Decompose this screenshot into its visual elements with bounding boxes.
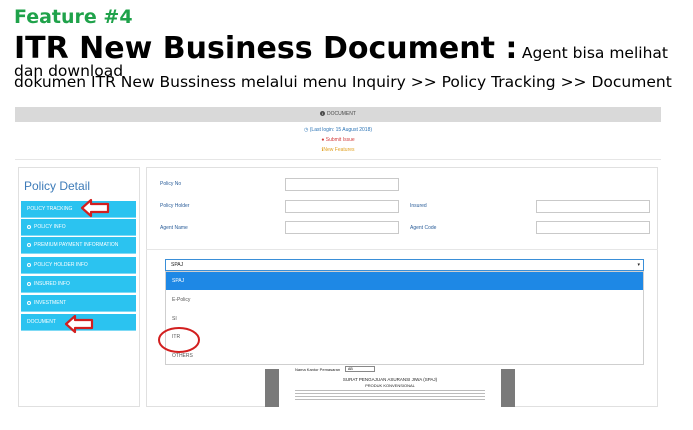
agent-code-field[interactable] xyxy=(536,221,650,234)
circle-icon xyxy=(27,300,31,305)
sidebar-item-label: DOCUMENT xyxy=(27,319,56,325)
agent-name-field[interactable] xyxy=(285,221,399,234)
preview-text-lines xyxy=(295,390,485,391)
sidebar-item-label: PREMIUM PAYMENT INFORMATION xyxy=(34,242,119,248)
alert-icon: ● xyxy=(321,137,325,143)
sidebar-item-label: INVESTMENT xyxy=(34,300,67,306)
sidebar-item-insured-info[interactable]: INSURED INFO xyxy=(21,276,136,293)
preview-field-label: Nama Kantor Pemasaran xyxy=(295,367,341,372)
preview-title: SURAT PENGAJUAN ASURANSI JIWA (SPAJ) xyxy=(342,377,438,382)
divider xyxy=(15,159,661,160)
sidebar-item-label: POLICY HOLDER INFO xyxy=(34,262,88,268)
insured-field[interactable] xyxy=(536,200,650,213)
dropdown-option-spaj[interactable]: SPAJ xyxy=(166,272,643,290)
sidebar-item-label: INSURED INFO xyxy=(34,281,70,287)
chevron-down-icon: ▾ xyxy=(637,262,640,268)
headline-line2: dokumen ITR New Bussiness melalui menu I… xyxy=(14,73,672,91)
select-value: SPAJ xyxy=(171,262,184,268)
form-divider xyxy=(146,249,658,250)
dropdown-option-itr[interactable]: ITR xyxy=(166,328,643,346)
app-screenshot: i DOCUMENT ◷ (Last login: 15 August 2018)… xyxy=(15,107,661,407)
document-type-select[interactable]: SPAJ ▾ xyxy=(165,259,644,271)
new-features-label: New Features xyxy=(323,147,355,153)
circle-icon xyxy=(27,224,31,229)
preview-right-edge xyxy=(501,369,515,407)
policy-no-label: Policy No xyxy=(160,181,182,187)
sidebar-item-policy-tracking[interactable]: POLICY TRACKING xyxy=(21,201,136,218)
sidebar-item-document[interactable]: DOCUMENT xyxy=(21,314,136,331)
circle-icon xyxy=(27,281,31,286)
last-login: ◷ (Last login: 15 August 2018) xyxy=(15,127,661,133)
sidebar-title: Policy Detail xyxy=(24,179,91,193)
last-login-text: (Last login: 15 August 2018) xyxy=(309,127,373,133)
feature-tag: Feature #4 xyxy=(14,6,133,28)
dropdown-option-si[interactable]: SI xyxy=(166,310,643,328)
submit-issue-link[interactable]: ● Submit Issue xyxy=(15,137,661,143)
document-preview: Nama Kantor Pemasaran AB SURAT PENGAJUAN… xyxy=(265,365,515,407)
document-bar[interactable]: i DOCUMENT xyxy=(15,107,661,122)
document-bar-label: DOCUMENT xyxy=(327,111,356,117)
circle-icon xyxy=(27,262,31,267)
sidebar-item-label: POLICY INFO xyxy=(34,224,66,230)
new-features-link[interactable]: ℹNew Features xyxy=(15,147,661,153)
headline-main: ITR New Business Document : xyxy=(14,31,518,66)
sidebar-item-label: POLICY TRACKING xyxy=(27,206,73,212)
sidebar-item-policy-info[interactable]: POLICY INFO xyxy=(21,219,136,236)
policy-holder-label: Policy Holder xyxy=(160,203,190,209)
policy-holder-field[interactable] xyxy=(285,200,399,213)
preview-left-edge xyxy=(265,369,279,407)
submit-issue-label: Submit Issue xyxy=(325,137,355,143)
dropdown-option-epolicy[interactable]: E-Policy xyxy=(166,291,643,309)
circle-icon xyxy=(27,242,31,247)
insured-label: Insured xyxy=(410,203,427,209)
agent-name-label: Agent Name xyxy=(160,225,188,231)
sidebar-item-investment[interactable]: INVESTMENT xyxy=(21,295,136,312)
preview-field-value: AB xyxy=(345,366,375,372)
policy-no-field[interactable] xyxy=(285,178,399,191)
sidebar-item-premium-payment[interactable]: PREMIUM PAYMENT INFORMATION xyxy=(21,237,136,254)
dropdown-option-others[interactable]: OTHERS xyxy=(166,347,643,365)
agent-code-label: Agent Code xyxy=(410,225,437,231)
info-icon: i xyxy=(320,111,326,117)
clock-icon: ◷ xyxy=(303,127,309,133)
sidebar-item-policy-holder-info[interactable]: POLICY HOLDER INFO xyxy=(21,257,136,274)
preview-subtitle: PRODUK KONVENSIONAL xyxy=(365,383,415,388)
